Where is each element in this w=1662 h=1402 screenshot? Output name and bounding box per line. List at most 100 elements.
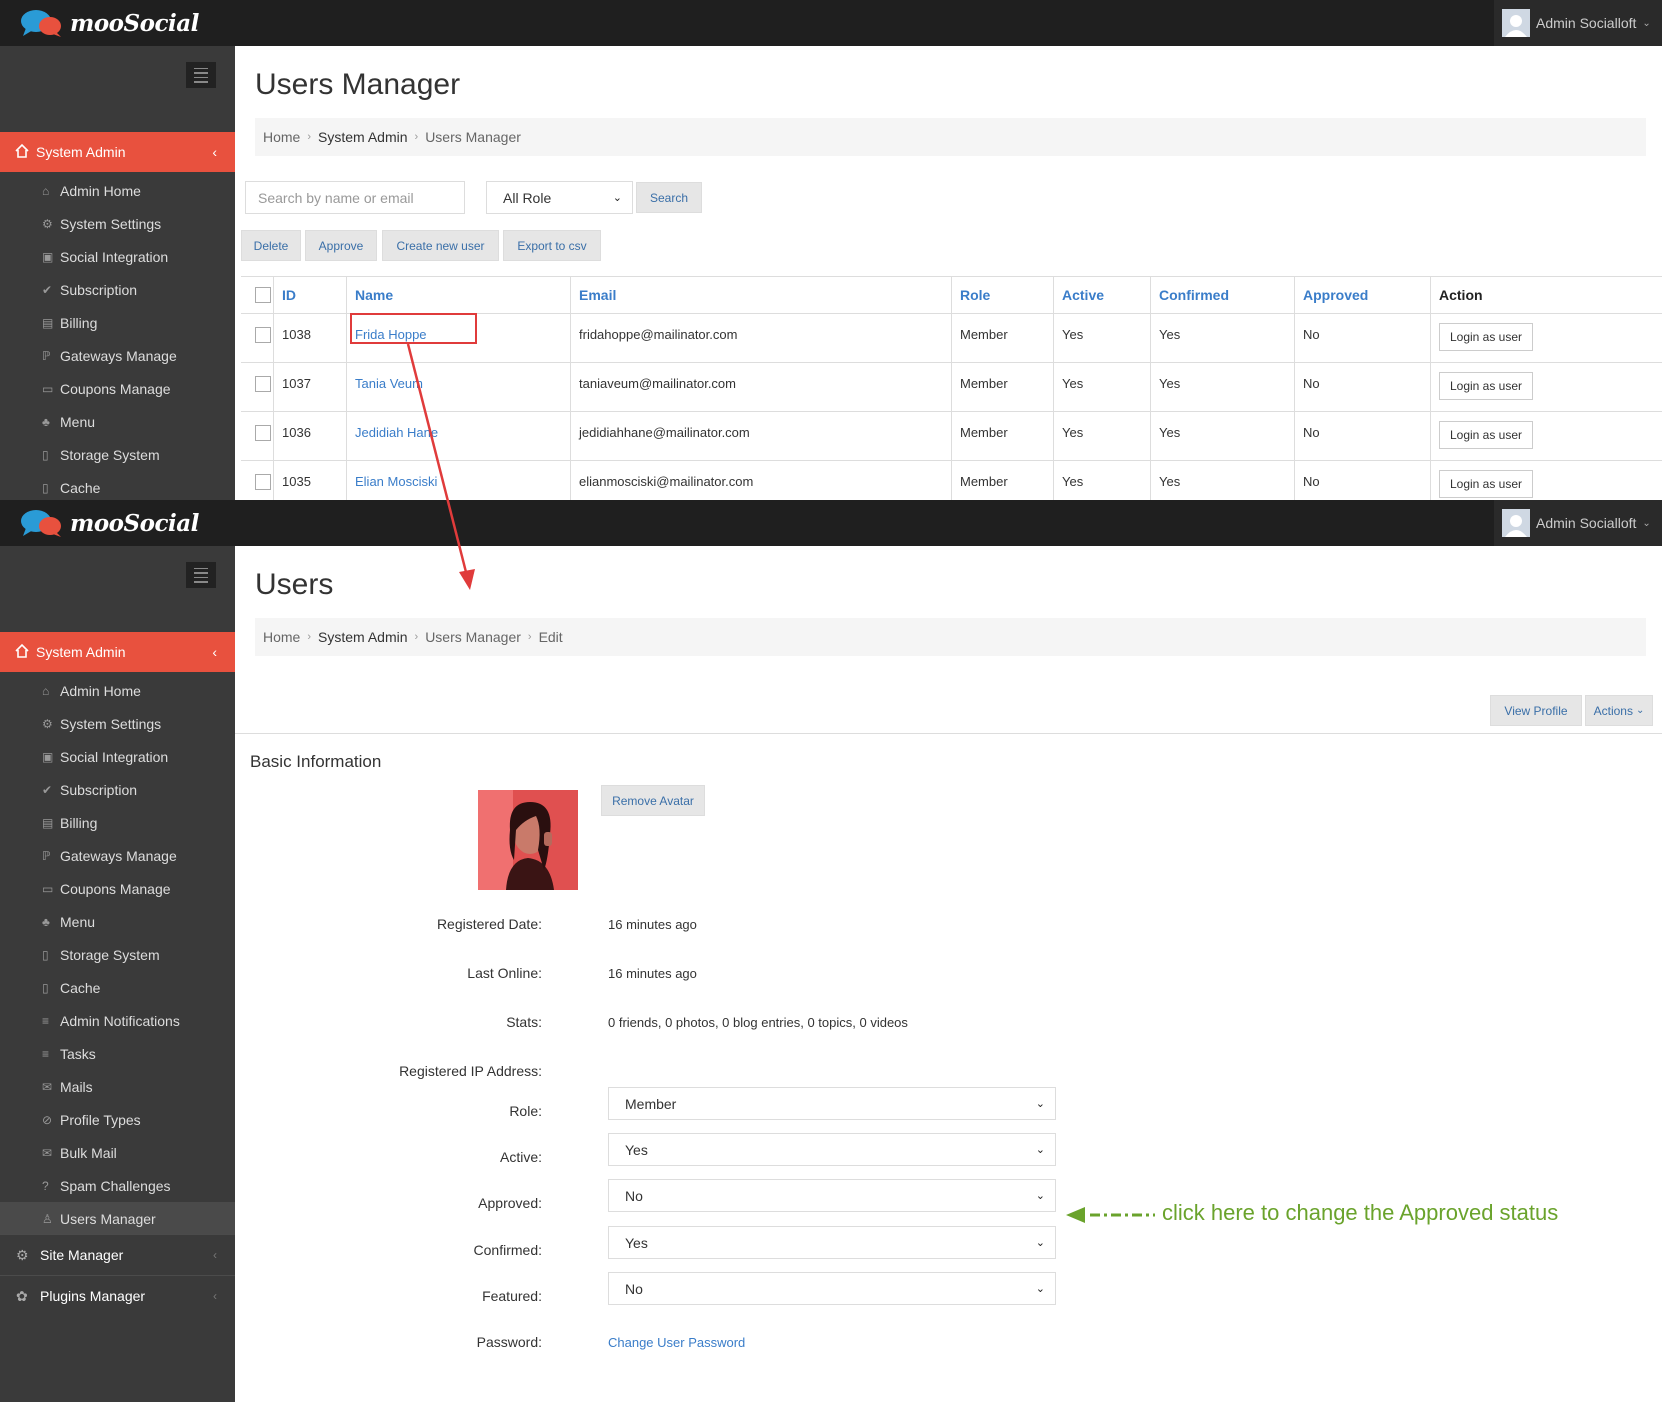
create-new-user-button[interactable]: Create new user <box>382 230 499 261</box>
active-select[interactable]: Yes ⌄ <box>608 1133 1056 1166</box>
menu-toggle-icon[interactable] <box>186 562 216 588</box>
sidebar-item-profile-types[interactable]: ⊘ Profile Types <box>0 1103 235 1136</box>
sidebar-item-cache[interactable]: ▯ Cache <box>0 971 235 1004</box>
column-header-action: Action <box>1439 287 1483 303</box>
moosocial-logo[interactable]: mooSocial <box>20 6 199 40</box>
sidebar-item-admin-home[interactable]: ⌂ Admin Home <box>0 674 235 707</box>
sidebar-item-label: Menu <box>60 413 96 430</box>
column-header-confirmed[interactable]: Confirmed <box>1151 277 1295 313</box>
sidebar-item-social-integration[interactable]: ▣ Social Integration <box>0 240 235 273</box>
search-button[interactable]: Search <box>636 182 702 213</box>
sidebar-item-coupons-manage[interactable]: ▭ Coupons Manage <box>0 872 235 905</box>
sidebar-item-spam-challenges[interactable]: ? Spam Challenges <box>0 1169 235 1202</box>
breadcrumb-home[interactable]: Home <box>263 629 300 645</box>
delete-button[interactable]: Delete <box>241 230 301 261</box>
menu-toggle-icon[interactable] <box>186 62 216 88</box>
login-as-user-button[interactable]: Login as user <box>1439 470 1533 498</box>
sidebar-item-storage-system[interactable]: ▯ Storage System <box>0 938 235 971</box>
home-icon: ⌂ <box>42 683 50 698</box>
sidebar-item-bulk-mail[interactable]: ✉ Bulk Mail <box>0 1136 235 1169</box>
column-header-active[interactable]: Active <box>1054 277 1151 313</box>
change-password-link[interactable]: Change User Password <box>608 1335 745 1350</box>
sidebar-item-coupons-manage[interactable]: ▭ Coupons Manage <box>0 372 235 405</box>
moosocial-logo[interactable]: mooSocial <box>20 506 199 540</box>
stats-label: Stats: <box>506 1014 542 1030</box>
confirmed-select[interactable]: Yes ⌄ <box>608 1226 1056 1259</box>
column-header-id[interactable]: ID <box>274 277 347 313</box>
sidebar-item-cache[interactable]: ▯ Cache <box>0 471 235 500</box>
sidebar-system-admin[interactable]: System Admin ‹ <box>0 632 235 672</box>
featured-select[interactable]: No ⌄ <box>608 1272 1056 1305</box>
sidebar-item-system-settings[interactable]: ⚙ System Settings <box>0 207 235 240</box>
approved-select[interactable]: No ⌄ <box>608 1179 1056 1212</box>
row-checkbox[interactable] <box>255 474 271 490</box>
column-header-approved[interactable]: Approved <box>1295 277 1431 313</box>
check-icon: ✔ <box>42 282 53 297</box>
user-name-link[interactable]: Elian Mosciski <box>355 474 437 489</box>
column-header-name[interactable]: Name <box>347 277 571 313</box>
breadcrumb-users-manager[interactable]: Users Manager <box>425 629 521 645</box>
sidebar-item-users-manager[interactable]: ♙ Users Manager <box>0 1202 235 1235</box>
registered-date-label: Registered Date: <box>436 916 542 932</box>
breadcrumb-system-admin[interactable]: System Admin <box>318 129 407 145</box>
breadcrumb-home[interactable]: Home <box>263 129 300 145</box>
row-checkbox[interactable] <box>255 376 271 392</box>
sidebar-item-gateways-manage[interactable]: ℙ Gateways Manage <box>0 839 235 872</box>
home-icon <box>14 143 36 162</box>
avatar <box>1502 509 1530 537</box>
sidebar-item-social-integration[interactable]: ▣ Social Integration <box>0 740 235 773</box>
cell-email: taniaveum@mailinator.com <box>571 363 952 411</box>
sidebar-item-admin-home[interactable]: ⌂ Admin Home <box>0 174 235 207</box>
sidebar-item-label: Tasks <box>60 1045 96 1062</box>
sidebar-item-subscription[interactable]: ✔ Subscription <box>0 273 235 306</box>
sidebar-item-storage-system[interactable]: ▯ Storage System <box>0 438 235 471</box>
actions-dropdown-button[interactable]: Actions ⌄ <box>1585 695 1653 726</box>
user-photo <box>478 790 578 890</box>
sidebar-item-tasks[interactable]: ≡ Tasks <box>0 1037 235 1070</box>
sidebar-item-system-settings[interactable]: ⚙ System Settings <box>0 707 235 740</box>
sidebar-system-admin[interactable]: System Admin ‹ <box>0 132 235 172</box>
breadcrumb-system-admin[interactable]: System Admin <box>318 629 407 645</box>
sidebar-item-gateways-manage[interactable]: ℙ Gateways Manage <box>0 339 235 372</box>
login-as-user-button[interactable]: Login as user <box>1439 323 1533 351</box>
view-profile-button[interactable]: View Profile <box>1490 695 1582 726</box>
remove-avatar-button[interactable]: Remove Avatar <box>601 785 705 816</box>
login-as-user-button[interactable]: Login as user <box>1439 372 1533 400</box>
select-all-checkbox[interactable] <box>255 287 271 303</box>
role-filter-select[interactable]: All Role ⌄ <box>486 181 633 214</box>
sidebar-item-menu[interactable]: ♣ Menu <box>0 405 235 438</box>
cell-name: Elian Mosciski <box>347 461 571 500</box>
sidebar-item-billing[interactable]: ▤ Billing <box>0 306 235 339</box>
export-csv-button[interactable]: Export to csv <box>503 230 601 261</box>
sidebar-site-manager[interactable]: ⚙ Site Manager ‹ <box>0 1234 235 1275</box>
sidebar-item-label: Coupons Manage <box>60 380 171 397</box>
approve-button[interactable]: Approve <box>305 230 377 261</box>
row-checkbox[interactable] <box>255 425 271 441</box>
user-name-link[interactable]: Jedidiah Hane <box>355 425 438 440</box>
sidebar-item-billing[interactable]: ▤ Billing <box>0 806 235 839</box>
column-header-email[interactable]: Email <box>571 277 952 313</box>
table-row: 1035 Elian Mosciski elianmosciski@mailin… <box>241 461 1662 500</box>
card-icon: ▤ <box>42 815 54 830</box>
column-header-role[interactable]: Role <box>952 277 1054 313</box>
search-input[interactable] <box>245 181 465 214</box>
mail-icon: ✉ <box>42 1145 53 1160</box>
sidebar-item-label: Billing <box>60 814 98 831</box>
sidebar-item-mails[interactable]: ✉ Mails <box>0 1070 235 1103</box>
user-menu[interactable]: Admin Socialloft ⌄ <box>1494 500 1662 546</box>
cell-action: Login as user <box>1431 314 1662 362</box>
cell-approved: No <box>1295 363 1431 411</box>
role-select[interactable]: Member ⌄ <box>608 1087 1056 1120</box>
sidebar-plugins-manager[interactable]: ✿ Plugins Manager ‹ <box>0 1275 235 1316</box>
sidebar-item-admin-notifications[interactable]: ≡ Admin Notifications <box>0 1004 235 1037</box>
row-checkbox[interactable] <box>255 327 271 343</box>
sidebar-item-subscription[interactable]: ✔ Subscription <box>0 773 235 806</box>
user-menu[interactable]: Admin Socialloft ⌄ <box>1494 0 1662 46</box>
list-icon: ≡ <box>42 1046 50 1061</box>
login-as-user-button[interactable]: Login as user <box>1439 421 1533 449</box>
cell-active: Yes <box>1054 363 1151 411</box>
avatar <box>478 790 578 890</box>
user-name-link[interactable]: Tania Veum <box>355 376 423 391</box>
sidebar-item-menu[interactable]: ♣ Menu <box>0 905 235 938</box>
sidebar-item-label: Billing <box>60 314 98 331</box>
